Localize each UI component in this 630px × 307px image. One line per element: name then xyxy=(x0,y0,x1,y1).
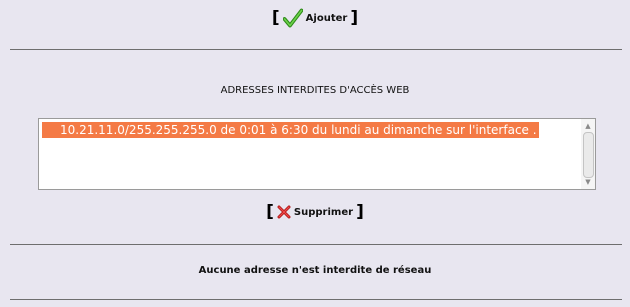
network-status-text: Aucune adresse n'est interdite de réseau xyxy=(198,265,432,276)
bracket-close: ] xyxy=(356,202,364,222)
add-button[interactable]: Ajouter xyxy=(282,8,348,28)
bracket-open: [ xyxy=(266,202,274,222)
delete-button-group: [ Supprimer ] xyxy=(0,201,630,223)
delete-button-label: Supprimer xyxy=(293,206,354,218)
checkmark-icon xyxy=(282,8,303,28)
scroll-down-icon[interactable]: ▼ xyxy=(583,177,593,187)
scroll-thumb[interactable] xyxy=(583,132,594,178)
divider xyxy=(10,49,622,50)
divider xyxy=(10,299,622,300)
web-addresses-listbox[interactable]: 10.21.11.0/255.255.255.0 de 0:01 à 6:30 … xyxy=(38,118,596,190)
scrollbar[interactable]: ▲ ▼ xyxy=(581,119,595,189)
delete-button[interactable]: Supprimer xyxy=(277,205,353,219)
divider xyxy=(10,244,622,245)
add-button-group: [ Ajouter ] xyxy=(0,6,630,30)
cross-icon xyxy=(277,205,291,219)
add-button-label: Ajouter xyxy=(305,12,348,24)
scroll-up-icon[interactable]: ▲ xyxy=(583,121,593,131)
list-item[interactable]: 10.21.11.0/255.255.255.0 de 0:01 à 6:30 … xyxy=(42,122,539,138)
bracket-close: ] xyxy=(350,8,359,28)
section-title-web: ADRESSES INTERDITES D'ACCÈS WEB xyxy=(220,85,410,96)
bracket-open: [ xyxy=(271,8,280,28)
